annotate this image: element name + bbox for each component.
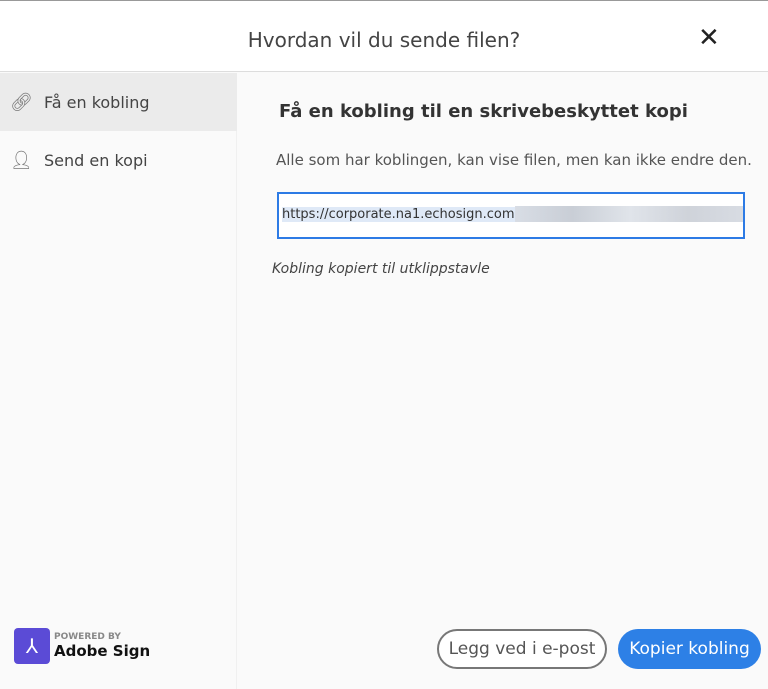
powered-by-label: POWERED BY [54,632,121,642]
sidebar: 🔗︎ Få en kobling 👤︎ Send en kopi [0,73,237,689]
sidebar-item-get-link[interactable]: 🔗︎ Få en kobling [0,73,237,131]
add-user-icon: 👤︎ [10,149,33,171]
redacted-url-part [514,206,743,222]
attach-email-button[interactable]: Legg ved i e-post [437,629,607,669]
description: Alle som har koblingen, kan vise filen, … [276,151,752,169]
copied-status: Kobling kopiert til utklippstavle [272,261,490,277]
adobe-sign-logo: ⅄ POWERED BY Adobe Sign [14,628,150,664]
section-heading: Få en kobling til en skrivebeskyttet kop… [279,101,688,122]
dialog-header: Hvordan vil du sende filen? ✕ [0,0,768,72]
sidebar-item-send-copy[interactable]: 👤︎ Send en kopi [0,131,237,189]
main-panel: Få en kobling til en skrivebeskyttet kop… [238,73,768,689]
dialog-title: Hvordan vil du sende filen? [247,28,521,52]
acrobat-icon: ⅄ [14,628,50,664]
link-url-field[interactable]: https://corporate.na1.echosign.com [277,192,745,239]
link-icon: 🔗︎ [10,91,33,113]
close-icon[interactable]: ✕ [698,23,720,53]
sidebar-item-label: Få en kobling [44,92,150,112]
copy-link-button[interactable]: Kopier kobling [618,629,761,669]
product-name: Adobe Sign [54,642,151,660]
url-text: https://corporate.na1.echosign.com [282,206,515,222]
sidebar-item-label: Send en kopi [44,150,148,170]
